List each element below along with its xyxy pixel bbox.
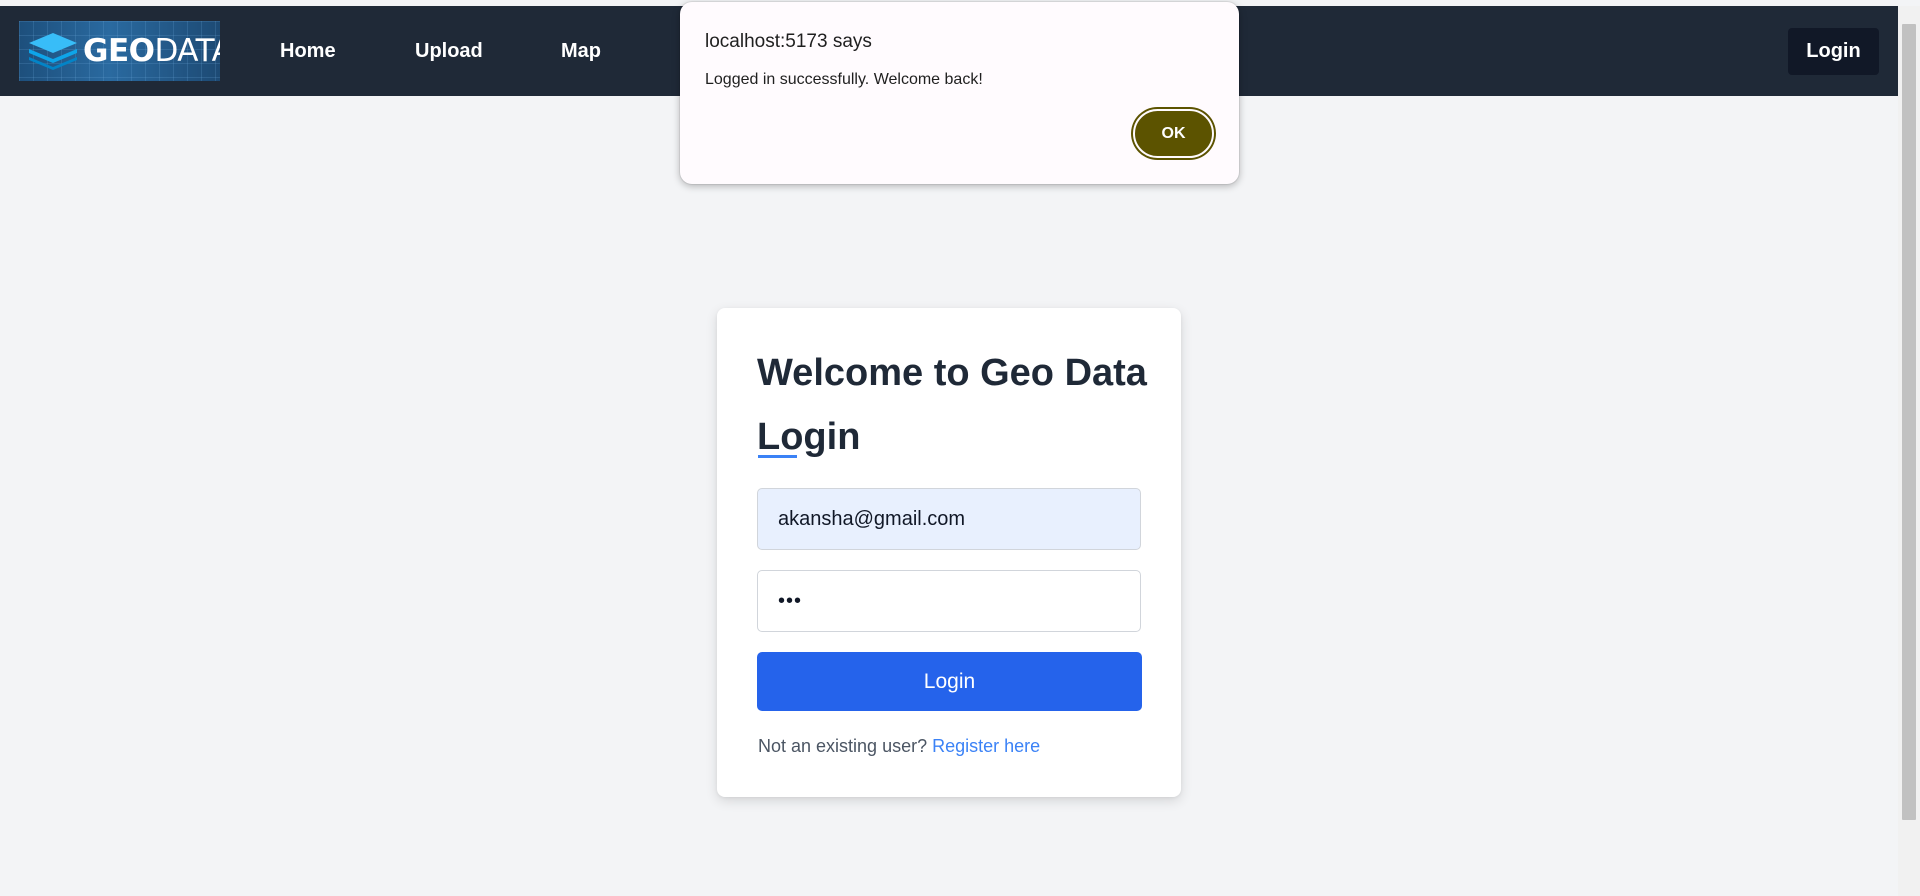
login-submit-button[interactable]: Login — [757, 652, 1142, 711]
dialog-title: localhost:5173 says — [705, 31, 872, 52]
page-scrollbar[interactable] — [1898, 6, 1920, 896]
geodata-logo[interactable]: GEODATA — [19, 21, 220, 81]
scrollbar-thumb[interactable] — [1902, 24, 1916, 820]
nav-home-link[interactable]: Home — [280, 37, 336, 65]
alert-dialog: localhost:5173 says Logged in successful… — [680, 2, 1239, 184]
dialog-ok-button[interactable]: OK — [1133, 109, 1214, 158]
login-card: Welcome to Geo Data Login akansha@gmail.… — [717, 308, 1181, 797]
register-link[interactable]: Register here — [932, 736, 1040, 756]
password-input[interactable]: ••• — [757, 570, 1141, 632]
heading-underline — [758, 455, 797, 458]
email-input[interactable]: akansha@gmail.com — [757, 488, 1141, 550]
nav-upload-link[interactable]: Upload — [415, 37, 483, 65]
nav-map-link[interactable]: Map — [561, 37, 601, 65]
logo-text: GEODATA — [83, 33, 220, 69]
welcome-title: Welcome to Geo Data — [757, 352, 1147, 394]
nav-login-button[interactable]: Login — [1788, 28, 1879, 75]
layers-icon — [29, 33, 77, 70]
register-prompt: Not an existing user? Register here — [758, 734, 1040, 758]
register-prompt-text: Not an existing user? — [758, 736, 928, 756]
dialog-message: Logged in successfully. Welcome back! — [705, 71, 983, 88]
